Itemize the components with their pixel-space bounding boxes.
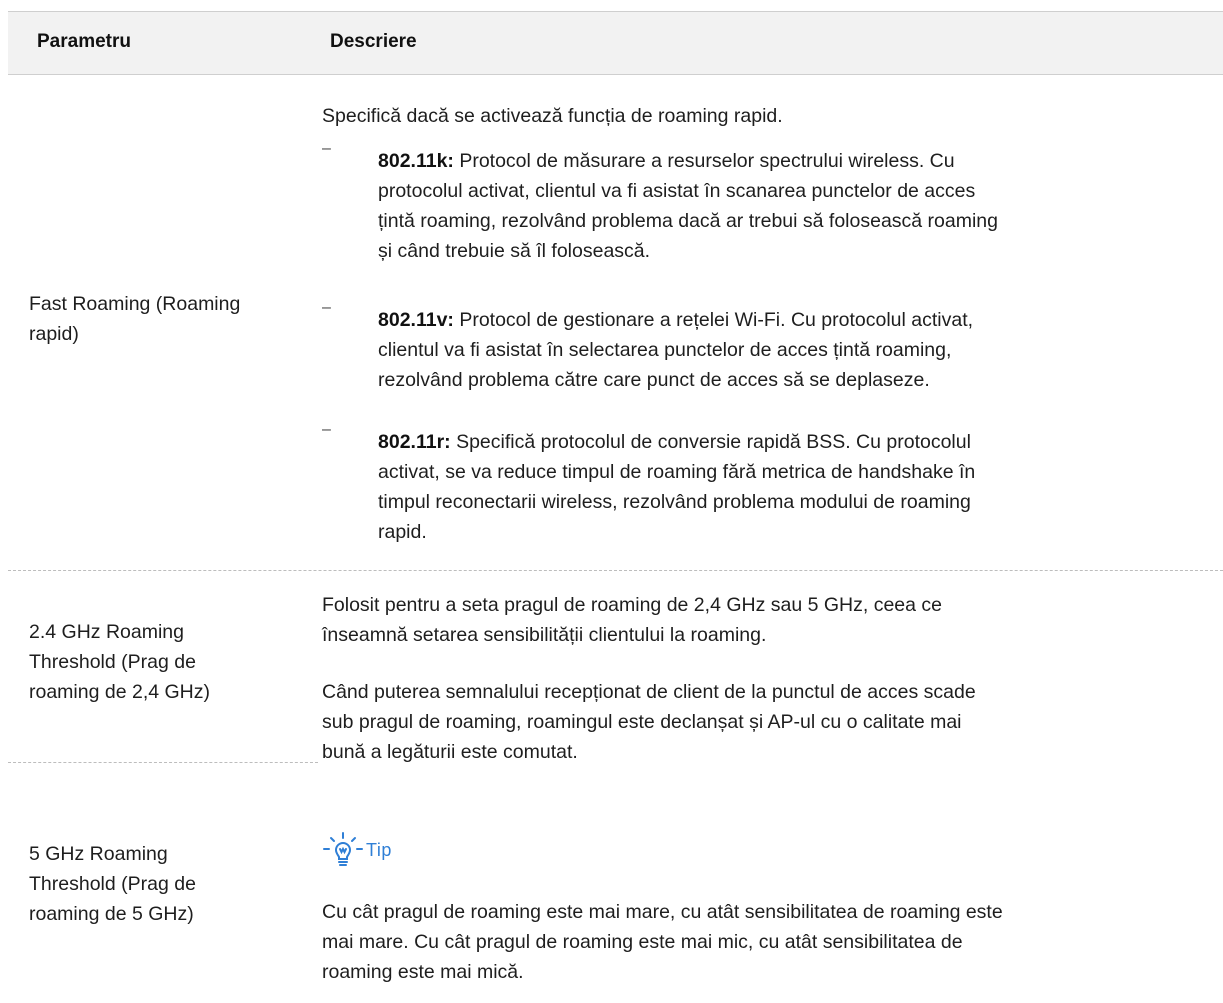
tip-line: roaming este mai mică. [322, 961, 524, 983]
bullet-line: activat, se va reduce timpul de roaming … [378, 461, 976, 483]
fast-roaming-intro: Specifică dacă se activează funcția de r… [322, 101, 1202, 131]
param-5ghz-threshold: 5 GHz Roaming Threshold (Prag de roaming… [29, 839, 299, 929]
parameter-table: Parametru Descriere [8, 11, 1223, 75]
desc-line: Folosit pentru a seta pragul de roaming … [322, 594, 943, 616]
bullet-line: protocolul activat, clientul va fi asist… [378, 180, 976, 202]
param-24ghz-threshold: 2.4 GHz Roaming Threshold (Prag de roami… [29, 617, 299, 707]
row-divider [8, 570, 1223, 571]
header-parametru: Parametru [37, 31, 131, 52]
param-line: Threshold (Prag de [29, 651, 196, 673]
bullet-line: Protocol de măsurare a resurselor spectr… [453, 150, 955, 172]
desc-line: Când puterea semnalului recepționat de c… [322, 681, 976, 703]
param-line: roaming de 2,4 GHz) [29, 681, 210, 703]
param-line: 2.4 GHz Roaming [29, 621, 184, 643]
bullet-line: țintă roaming, rezolvând problema dacă a… [378, 210, 999, 232]
bullet-80211k: – 802.11k: Protocol de măsurare a resurs… [322, 140, 1202, 266]
bullet-text: 802.11v: Protocol de gestionare a rețele… [378, 305, 1198, 395]
bullet-text: 802.11r: Specifică protocolul de convers… [378, 427, 1198, 547]
bullet-dash: – [322, 299, 331, 316]
param-line: rapid) [29, 323, 79, 345]
param-line: Threshold (Prag de [29, 873, 196, 895]
bullet-80211r: – 802.11r: Specifică protocolul de conve… [322, 421, 1202, 547]
tip-line: mai mare. Cu cât pragul de roaming este … [322, 931, 963, 953]
bullet-term: 802.11r: [378, 431, 451, 453]
lightbulb-icon [322, 832, 364, 868]
bullet-line: rapid. [378, 521, 427, 543]
desc-line: sub pragul de roaming, roamingul este de… [322, 711, 962, 733]
bullet-line: timpul reconectarii wireless, rezolvând … [378, 491, 971, 513]
bullet-line: și când trebuie să îl folosească. [378, 240, 651, 262]
bullet-term: 802.11v: [378, 309, 454, 331]
tip-label: Tip [366, 839, 392, 860]
param-line: roaming de 5 GHz) [29, 903, 194, 925]
param-divider [8, 762, 318, 763]
bullet-line: clientul va fi asistat în selectarea pun… [378, 339, 952, 361]
param-fast-roaming: Fast Roaming (Roaming rapid) [29, 289, 299, 349]
threshold-desc-block2: Când puterea semnalului recepționat de c… [322, 677, 1202, 767]
bullet-line: Specifică protocolul de conversie rapidă… [450, 431, 971, 453]
desc-line: înseamnă setarea sensibilității clientul… [322, 624, 767, 646]
tip-line: Cu cât pragul de roaming este mai mare, … [322, 901, 1003, 923]
bullet-dash: – [322, 421, 331, 438]
bullet-line: Protocol de gestionare a rețelei Wi-Fi. … [453, 309, 974, 331]
header-descriere: Descriere [330, 31, 417, 52]
bullet-term: 802.11k: [378, 150, 454, 172]
intro-text: Specifică dacă se activează funcția de r… [322, 105, 783, 127]
param-line: Fast Roaming (Roaming [29, 293, 241, 315]
threshold-desc-block1: Folosit pentru a seta pragul de roaming … [322, 590, 1202, 650]
param-line: 5 GHz Roaming [29, 843, 168, 865]
tip-text: Cu cât pragul de roaming este mai mare, … [322, 897, 1202, 987]
desc-line: bună a legăturii este comutat. [322, 741, 578, 763]
tip-callout: Tip [322, 832, 392, 868]
bullet-dash: – [322, 140, 331, 157]
table-header: Parametru Descriere [8, 11, 1223, 75]
bullet-text: 802.11k: Protocol de măsurare a resursel… [378, 146, 1198, 266]
bullet-80211v: – 802.11v: Protocol de gestionare a rețe… [322, 299, 1202, 395]
bullet-line: rezolvând problema către care punct de a… [378, 369, 930, 391]
